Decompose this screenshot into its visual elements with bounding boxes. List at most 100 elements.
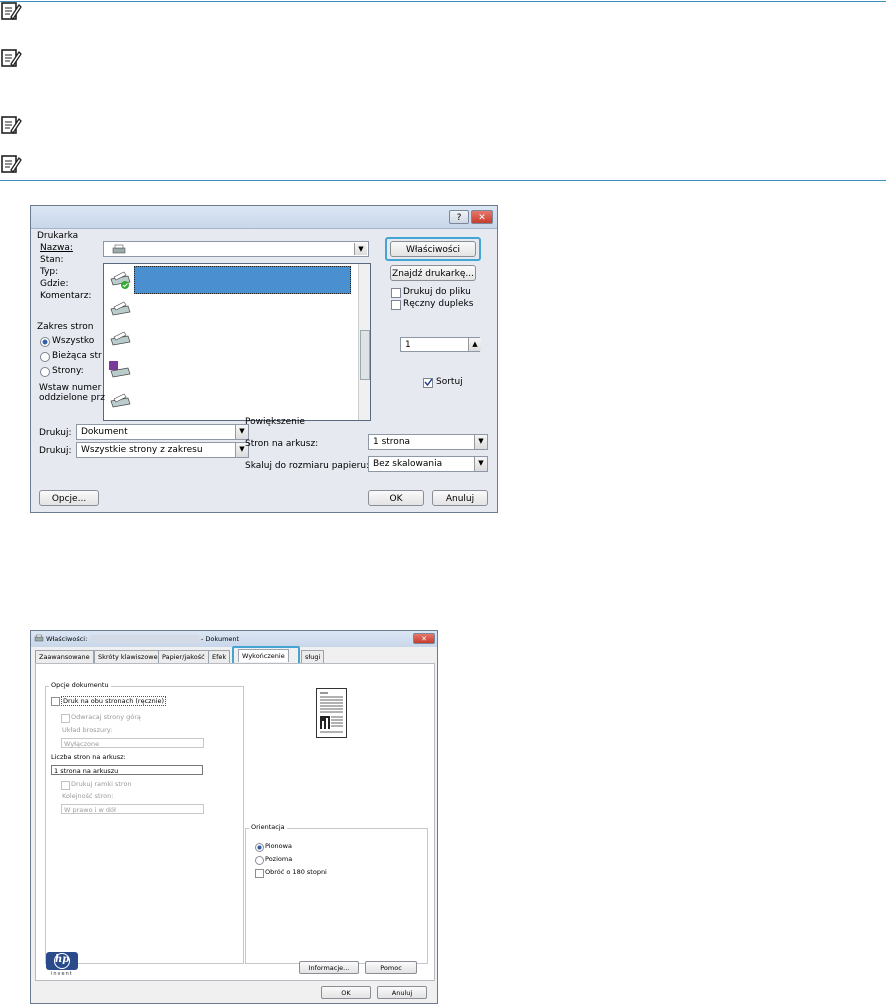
- range-current-label: Bieżąca str: [52, 351, 102, 361]
- rotate-180-checkbox[interactable]: [255, 869, 264, 878]
- tab-advanced[interactable]: Zaawansowane: [35, 650, 94, 663]
- help-button[interactable]: ?: [449, 210, 469, 224]
- status-label: Stan:: [40, 255, 64, 265]
- page-range-group-label: Zakres stron: [37, 322, 94, 332]
- cancel-button[interactable]: Anuluj: [432, 490, 488, 506]
- printer-group-label: Drukarka: [37, 231, 79, 241]
- spin-up-icon[interactable]: ▲: [468, 338, 481, 351]
- manual-duplex-label: Ręczny dupleks: [403, 299, 474, 309]
- note-icon: [1, 49, 22, 68]
- ok-button[interactable]: OK: [368, 490, 424, 506]
- scale-select[interactable]: Bez skalowania: [368, 456, 488, 472]
- cancel-button[interactable]: Anuluj: [377, 986, 427, 999]
- duplex-checkbox[interactable]: [51, 697, 60, 706]
- comment-label: Komentarz:: [40, 291, 92, 301]
- find-printer-button[interactable]: Znajdź drukarkę...: [390, 265, 476, 281]
- printer-icon[interactable]: [108, 300, 132, 320]
- bottom-rule: [0, 180, 886, 181]
- close-button[interactable]: ✕: [471, 210, 493, 224]
- print-to-file-label: Drukuj do pliku: [403, 287, 471, 297]
- print-dialog: ? ✕ Drukarka Nazwa: Stan: Typ: Gdzie: Ko…: [30, 205, 498, 513]
- print-borders-label: Drukuj ramki stron: [71, 780, 132, 788]
- pages-per-sheet-label: Stron na arkusz:: [245, 439, 319, 449]
- help-button[interactable]: Pomoc: [365, 961, 417, 974]
- options-button[interactable]: Opcje...: [39, 490, 99, 506]
- printer-name-select[interactable]: ▼: [103, 241, 369, 257]
- printer-icon[interactable]: [108, 392, 132, 412]
- properties-dialog: Właściwości: - Dokument ✕ Zaawansowane S…: [30, 630, 438, 1004]
- booklet-select[interactable]: Wyłączone: [61, 738, 204, 748]
- zoom-group-label: Powiększenie: [245, 417, 305, 427]
- collate-label: Sortuj: [436, 377, 463, 387]
- flip-pages-label: Odwracaj strony górą: [71, 713, 141, 721]
- range-all-label: Wszystko: [52, 336, 95, 346]
- chevron-down-icon[interactable]: ▼: [235, 425, 248, 439]
- type-label: Typ:: [40, 267, 59, 277]
- chevron-down-icon[interactable]: ▼: [354, 243, 367, 255]
- print-what-select[interactable]: Dokument: [76, 424, 249, 440]
- printer-dropdown-list: [103, 263, 371, 421]
- top-rule: [0, 1, 886, 2]
- printer-icon: [34, 634, 44, 642]
- printer-icon[interactable]: [108, 360, 132, 380]
- pages-per-sheet-label: Liczba stron na arkusz:: [51, 753, 126, 761]
- print-borders-checkbox[interactable]: [61, 781, 70, 790]
- chevron-down-icon[interactable]: ▼: [474, 435, 487, 449]
- print-to-file-checkbox[interactable]: [391, 288, 401, 298]
- flip-pages-checkbox[interactable]: [61, 714, 70, 723]
- doc-options-label: Opcje dokumentu: [49, 681, 111, 689]
- properties-title-suffix: - Dokument: [201, 635, 240, 643]
- properties-button[interactable]: Właściwości: [390, 241, 476, 257]
- landscape-label: Pozioma: [265, 855, 293, 863]
- ok-button[interactable]: OK: [321, 986, 371, 999]
- page-preview-icon: [316, 688, 347, 738]
- printer-icon[interactable]: [108, 330, 132, 350]
- close-button[interactable]: ✕: [413, 633, 435, 644]
- info-button[interactable]: Informacje...: [299, 961, 359, 974]
- note-icon: [1, 2, 22, 21]
- page-order-select[interactable]: W prawo i w dół: [61, 804, 204, 814]
- tab-shortcuts[interactable]: Skróty klawiszowe: [94, 650, 162, 663]
- manual-duplex-checkbox[interactable]: [391, 300, 401, 310]
- note-icon: [1, 116, 22, 135]
- printer-icon[interactable]: [108, 270, 132, 290]
- printer-icon: [112, 244, 126, 254]
- print-label: Drukuj:: [39, 446, 72, 456]
- print-select[interactable]: Wszystkie strony z zakresu: [76, 442, 249, 458]
- hp-logo-sub: invent: [51, 971, 73, 977]
- scale-label: Skaluj do rozmiaru papieru:: [245, 461, 370, 471]
- list-item[interactable]: [134, 266, 351, 294]
- range-all-radio[interactable]: [40, 337, 50, 347]
- insert-hint-line1: Wstaw numer: [39, 383, 102, 393]
- page-order-label: Kolejność stron:: [62, 792, 114, 800]
- insert-hint-line2: oddzielone prz: [39, 393, 105, 403]
- tab-paper-quality[interactable]: Papier/jakość: [158, 650, 209, 663]
- orientation-label: Orientacja: [249, 823, 287, 831]
- chevron-down-icon[interactable]: ▼: [474, 457, 487, 471]
- note-icon: [1, 155, 22, 174]
- properties-titlebar: Właściwości: - Dokument ✕: [31, 631, 437, 647]
- range-pages-label: Strony:: [52, 366, 84, 376]
- landscape-radio[interactable]: [255, 856, 264, 865]
- tab-finishing[interactable]: Wykończenie: [238, 649, 289, 662]
- tab-services[interactable]: sługi: [301, 650, 325, 663]
- properties-title-prefix: Właściwości:: [46, 635, 88, 643]
- range-pages-radio[interactable]: [40, 367, 50, 377]
- portrait-radio[interactable]: [255, 843, 264, 852]
- tab-effects[interactable]: Efek: [208, 650, 231, 663]
- pages-per-sheet-select[interactable]: 1 strona na arkuszu: [51, 765, 203, 775]
- rotate-180-label: Obróć o 180 stopni: [265, 868, 327, 876]
- duplex-label: Druk na obu stronach (ręcznie): [61, 696, 167, 706]
- booklet-layout-label: Układ broszury:: [62, 726, 113, 734]
- print-what-label: Drukuj:: [39, 428, 72, 438]
- pages-per-sheet-select[interactable]: 1 strona: [368, 434, 488, 450]
- hp-logo-text: hp: [55, 954, 70, 965]
- hp-logo: hp invent: [45, 951, 79, 977]
- dropdown-scrollbar[interactable]: [358, 264, 370, 420]
- check-icon: [424, 378, 433, 387]
- name-label: Nazwa:: [40, 243, 73, 253]
- print-dialog-titlebar: ? ✕: [31, 206, 497, 229]
- scrollbar-thumb[interactable]: [360, 330, 370, 380]
- range-current-radio[interactable]: [40, 352, 50, 362]
- printer-name-redacted: [91, 635, 199, 643]
